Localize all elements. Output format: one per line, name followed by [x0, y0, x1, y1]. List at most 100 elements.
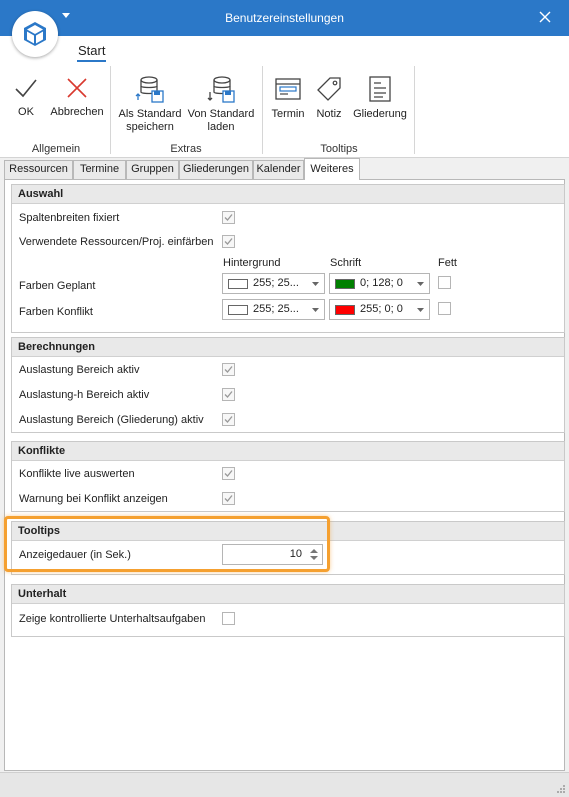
- auslastung-gliederung-label: Auslastung Bereich (Gliederung) aktiv: [19, 414, 204, 426]
- checkmark-icon: [224, 214, 233, 221]
- ribbon: Start OK Abbrechen Allgemein Als Standar…: [0, 36, 569, 158]
- section-title: Unterhalt: [12, 585, 564, 604]
- farben-geplant-label: Farben Geplant: [19, 280, 96, 292]
- column-header-schrift: Schrift: [330, 257, 362, 269]
- window-title: Benutzereinstellungen: [225, 11, 344, 25]
- database-load-icon: [207, 76, 235, 103]
- outline-list-icon: [369, 76, 391, 102]
- chevron-down-icon: [312, 282, 319, 286]
- check-icon: [15, 79, 37, 98]
- load-from-default-button[interactable]: Von Standard laden: [186, 74, 256, 134]
- close-icon[interactable]: [535, 7, 555, 27]
- color-value: 255; 0; 0: [360, 303, 403, 315]
- spaltenbreiten-checkbox[interactable]: [222, 211, 235, 224]
- tab-gruppen[interactable]: Gruppen: [126, 160, 179, 179]
- title-bar: Benutzereinstellungen: [0, 0, 569, 36]
- termin-tooltip-button[interactable]: Termin: [270, 74, 306, 121]
- group-label-allgemein: Allgemein: [31, 143, 81, 155]
- konflikte-live-checkbox[interactable]: [222, 467, 235, 480]
- abbrechen-label: Abbrechen: [50, 106, 104, 118]
- notiz-tooltip-button[interactable]: Notiz: [314, 74, 344, 121]
- farben-konflikt-label: Farben Konflikt: [19, 306, 93, 318]
- group-label-extras: Extras: [170, 143, 202, 155]
- tab-gliederungen[interactable]: Gliederungen: [179, 160, 253, 179]
- color-value: 0; 128; 0: [360, 277, 403, 289]
- tag-icon: [317, 77, 341, 101]
- color-value: 255; 25...: [253, 303, 299, 315]
- save-as-default-button[interactable]: Als Standard speichern: [116, 74, 184, 134]
- load-default-label-2: laden: [207, 121, 235, 133]
- auslastung-h-bereich-checkbox[interactable]: [222, 388, 235, 401]
- checkmark-icon: [224, 391, 233, 398]
- ribbon-separator: [262, 66, 263, 154]
- section-title: Berechnungen: [12, 338, 564, 357]
- color-swatch: [228, 279, 248, 289]
- chevron-down-icon: [417, 282, 424, 286]
- gliederung-tooltip-button[interactable]: Gliederung: [352, 74, 408, 121]
- cancel-x-icon: [67, 78, 87, 98]
- ressourcen-einfaerben-label: Verwendete Ressourcen/Proj. einfärben: [19, 236, 214, 248]
- tab-kalender[interactable]: Kalender: [253, 160, 304, 179]
- database-save-icon: [135, 76, 164, 103]
- tab-weiteres[interactable]: Weiteres: [304, 158, 360, 180]
- auslastung-bereich-checkbox[interactable]: [222, 363, 235, 376]
- warnung-konflikt-checkbox[interactable]: [222, 492, 235, 505]
- checkmark-icon: [224, 495, 233, 502]
- color-swatch: [335, 305, 355, 315]
- column-header-fett: Fett: [438, 257, 457, 269]
- unterhaltsaufgaben-checkbox[interactable]: [222, 612, 235, 625]
- ribbon-separator: [414, 66, 415, 154]
- checkmark-icon: [224, 238, 233, 245]
- gliederung-label: Gliederung: [353, 108, 407, 120]
- warnung-konflikt-label: Warnung bei Konflikt anzeigen: [19, 493, 168, 505]
- konflikt-font-color-picker[interactable]: 255; 0; 0: [329, 299, 430, 320]
- save-default-label-2: speichern: [126, 121, 174, 133]
- ribbon-tab-start[interactable]: Start: [76, 43, 107, 62]
- ribbon-separator: [110, 66, 111, 154]
- unterhaltsaufgaben-label: Zeige kontrollierte Unterhaltsaufgaben: [19, 613, 206, 625]
- section-berechnungen: Berechnungen Auslastung Bereich aktiv Au…: [11, 337, 565, 433]
- section-title: Konflikte: [12, 442, 564, 461]
- color-swatch: [228, 305, 248, 315]
- geplant-background-color-picker[interactable]: 255; 25...: [222, 273, 325, 294]
- konflikt-background-color-picker[interactable]: 255; 25...: [222, 299, 325, 320]
- cube-icon: [24, 22, 46, 46]
- color-swatch: [335, 279, 355, 289]
- resize-grip-icon[interactable]: [556, 784, 566, 794]
- calendar-icon: [275, 78, 301, 100]
- geplant-font-color-picker[interactable]: 0; 128; 0: [329, 273, 430, 294]
- abbrechen-button[interactable]: Abbrechen: [50, 74, 104, 119]
- highlight-frame: [4, 516, 330, 572]
- section-unterhalt: Unterhalt Zeige kontrollierte Unterhalts…: [11, 584, 565, 637]
- status-bar: [0, 772, 569, 797]
- color-value: 255; 25...: [253, 277, 299, 289]
- checkmark-icon: [224, 470, 233, 477]
- notiz-label: Notiz: [316, 108, 342, 120]
- ressourcen-einfaerben-checkbox[interactable]: [222, 235, 235, 248]
- checkmark-icon: [224, 366, 233, 373]
- spaltenbreiten-label: Spaltenbreiten fixiert: [19, 212, 120, 224]
- chevron-down-icon: [312, 308, 319, 312]
- tab-termine[interactable]: Termine: [73, 160, 126, 179]
- settings-panel: Auswahl Spaltenbreiten fixiert Verwendet…: [4, 179, 565, 771]
- auslastung-h-bereich-label: Auslastung-h Bereich aktiv: [19, 389, 150, 401]
- konflikte-live-label: Konflikte live auswerten: [19, 468, 135, 480]
- ok-button[interactable]: OK: [12, 74, 40, 119]
- auslastung-gliederung-checkbox[interactable]: [222, 413, 235, 426]
- checkmark-icon: [224, 416, 233, 423]
- save-default-label-1: Als Standard: [118, 108, 182, 120]
- chevron-down-icon: [417, 308, 424, 312]
- column-header-hintergrund: Hintergrund: [223, 257, 281, 269]
- auslastung-bereich-label: Auslastung Bereich aktiv: [19, 364, 140, 376]
- section-konflikte: Konflikte Konflikte live auswerten Warnu…: [11, 441, 565, 512]
- application-button[interactable]: [12, 11, 58, 57]
- section-auswahl: Auswahl Spaltenbreiten fixiert Verwendet…: [11, 184, 565, 333]
- load-default-label-1: Von Standard: [187, 108, 255, 120]
- group-label-tooltips: Tooltips: [320, 143, 358, 155]
- termin-label: Termin: [271, 108, 305, 120]
- section-title: Auswahl: [12, 185, 564, 204]
- konflikt-fett-checkbox[interactable]: [438, 302, 451, 315]
- geplant-fett-checkbox[interactable]: [438, 276, 451, 289]
- tab-ressourcen[interactable]: Ressourcen: [4, 160, 73, 179]
- ok-label: OK: [18, 106, 34, 118]
